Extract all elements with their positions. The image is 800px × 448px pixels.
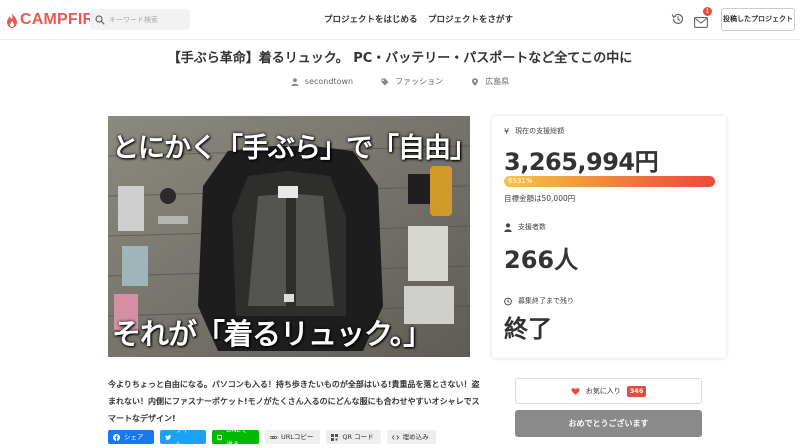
search-box[interactable]	[90, 9, 190, 30]
backers-label-row: 支援者数	[504, 222, 546, 232]
yen-icon: ¥	[504, 126, 510, 136]
category-link[interactable]: ファッション	[381, 76, 443, 87]
remaining-value: 終了	[504, 315, 552, 343]
line-icon	[217, 434, 223, 440]
qr-code-button[interactable]: QR コード	[326, 430, 381, 444]
messages-button[interactable]: 1	[694, 7, 712, 28]
funding-progress-bar: 6531%	[504, 176, 715, 187]
embed-button[interactable]: 埋め込み	[386, 430, 436, 444]
backers-count: 266人	[504, 246, 579, 274]
history-icon[interactable]	[671, 12, 685, 26]
project-description: 今よりちょっと自由になる。パソコンも入る！持ち歩きたいものが全部はいる!貴重品を…	[108, 380, 480, 423]
category-name: ファッション	[395, 77, 444, 86]
location-link[interactable]: 広島県	[471, 76, 509, 87]
backers-label: 支援者数	[518, 223, 546, 231]
remaining-label: 募集終了まで残り	[518, 297, 574, 305]
twitter-icon	[165, 434, 172, 440]
flame-logo-icon	[7, 12, 17, 28]
heart-icon	[571, 387, 580, 395]
project-title: 【手ぶら革命】着るリュック。 PC・バッテリー・パスポートなど全てこの中に	[167, 51, 633, 66]
location-name: 広島県	[485, 77, 510, 86]
project-hero-image[interactable]: とにかく「手ぶら」で「自由」に。 それが「着るリュック。」	[108, 116, 470, 357]
posted-projects-button[interactable]: 投稿したプロジェクト	[721, 8, 795, 31]
favorite-button[interactable]: お気に入り 346	[515, 378, 702, 404]
link-icon	[270, 435, 277, 439]
facebook-icon	[113, 433, 120, 441]
line-share-button[interactable]: LINEで送る	[212, 426, 259, 448]
hero-caption-bottom: それが「着るリュック。」	[112, 317, 432, 351]
project-meta: secondtown ファッション 広島県	[0, 76, 800, 87]
search-icon	[95, 14, 105, 25]
raised-label: 現在の支援総額	[515, 127, 565, 135]
owner-name: secondtown	[304, 77, 354, 86]
person-icon	[504, 222, 512, 232]
qr-code-icon	[331, 433, 339, 441]
goal-amount: 目標金額は50,000円	[504, 194, 576, 203]
favorite-count: 346	[626, 385, 647, 397]
project-ended-button: おめでとうございます	[515, 410, 702, 437]
embed-label: 埋め込み	[402, 433, 429, 441]
nav-find-project[interactable]: プロジェクトをさがす	[428, 13, 513, 25]
hero-caption-top: とにかく「手ぶら」で「自由」に。	[112, 133, 470, 164]
mail-icon	[694, 17, 708, 28]
url-copy-button[interactable]: URLコピー	[265, 430, 321, 444]
facebook-share-button[interactable]: シェア	[108, 430, 154, 444]
tag-icon	[381, 78, 389, 85]
url-copy-label: URLコピー	[281, 433, 314, 441]
code-icon	[391, 434, 399, 440]
favorite-label: お気に入り	[585, 387, 621, 395]
notification-badge: 1	[703, 7, 712, 16]
raised-amount: 3,265,994円	[504, 148, 659, 176]
qr-code-label: QR コード	[342, 433, 374, 441]
remaining-label-row: 募集終了まで残り	[504, 296, 574, 306]
user-icon	[291, 77, 299, 86]
twitter-share-button[interactable]: ツイート	[160, 426, 206, 448]
nav-start-project[interactable]: プロジェクトをはじめる	[324, 13, 418, 25]
share-buttons: シェア ツイート LINEで送る URLコピー QR コード 埋め込み	[108, 426, 436, 448]
location-pin-icon	[472, 77, 479, 86]
progress-percent: 6531%	[508, 177, 533, 185]
site-header: CAMPFIRE プロジェクトをはじめる プロジェクトをさがす 1 投稿したプロ…	[0, 0, 800, 40]
twitter-share-label: ツイート	[175, 426, 195, 448]
search-input[interactable]	[109, 15, 185, 24]
owner-link[interactable]: secondtown	[291, 76, 353, 87]
facebook-share-label: シェア	[124, 433, 144, 441]
clock-icon	[504, 297, 512, 305]
raised-label-row: ¥ 現在の支援総額	[504, 126, 564, 136]
line-share-label: LINEで送る	[226, 426, 248, 448]
